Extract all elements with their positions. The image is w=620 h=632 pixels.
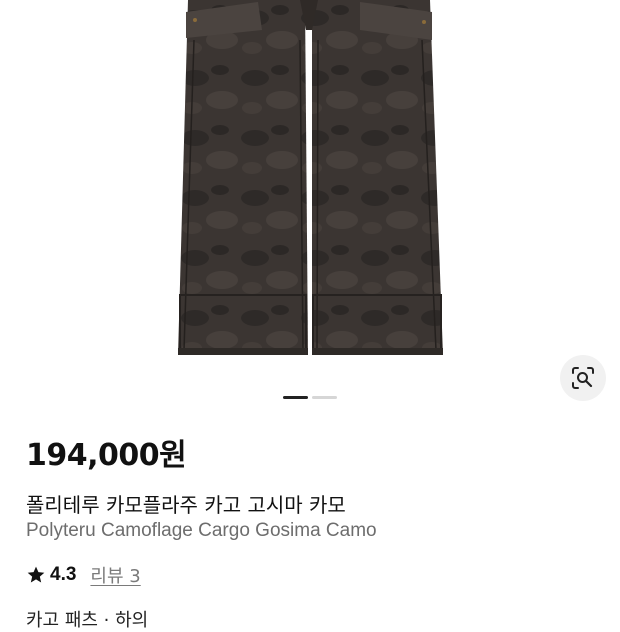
review-link[interactable]: 리뷰 3	[90, 562, 140, 588]
star-icon	[27, 566, 45, 583]
product-price: 194,000원	[26, 438, 187, 473]
pager-dot[interactable]	[312, 396, 337, 399]
product-image-gallery[interactable]	[0, 0, 620, 410]
product-title-english: Polyteru Camoflage Cargo Gosima Camo	[26, 520, 377, 541]
category-text: 카고 패츠 · 하의	[26, 610, 149, 631]
visual-search-icon	[572, 367, 594, 389]
rating-row: 4.3 리뷰 3	[26, 562, 141, 588]
gallery-pager	[283, 396, 337, 399]
rating-value: 4.3	[50, 564, 77, 585]
visual-search-button[interactable]	[560, 355, 606, 401]
pager-dot-active[interactable]	[283, 396, 308, 399]
product-title-korean: 폴리테루 카모플라주 카고 고시마 카모	[26, 493, 346, 517]
product-photo-cargo-pants	[178, 0, 443, 355]
